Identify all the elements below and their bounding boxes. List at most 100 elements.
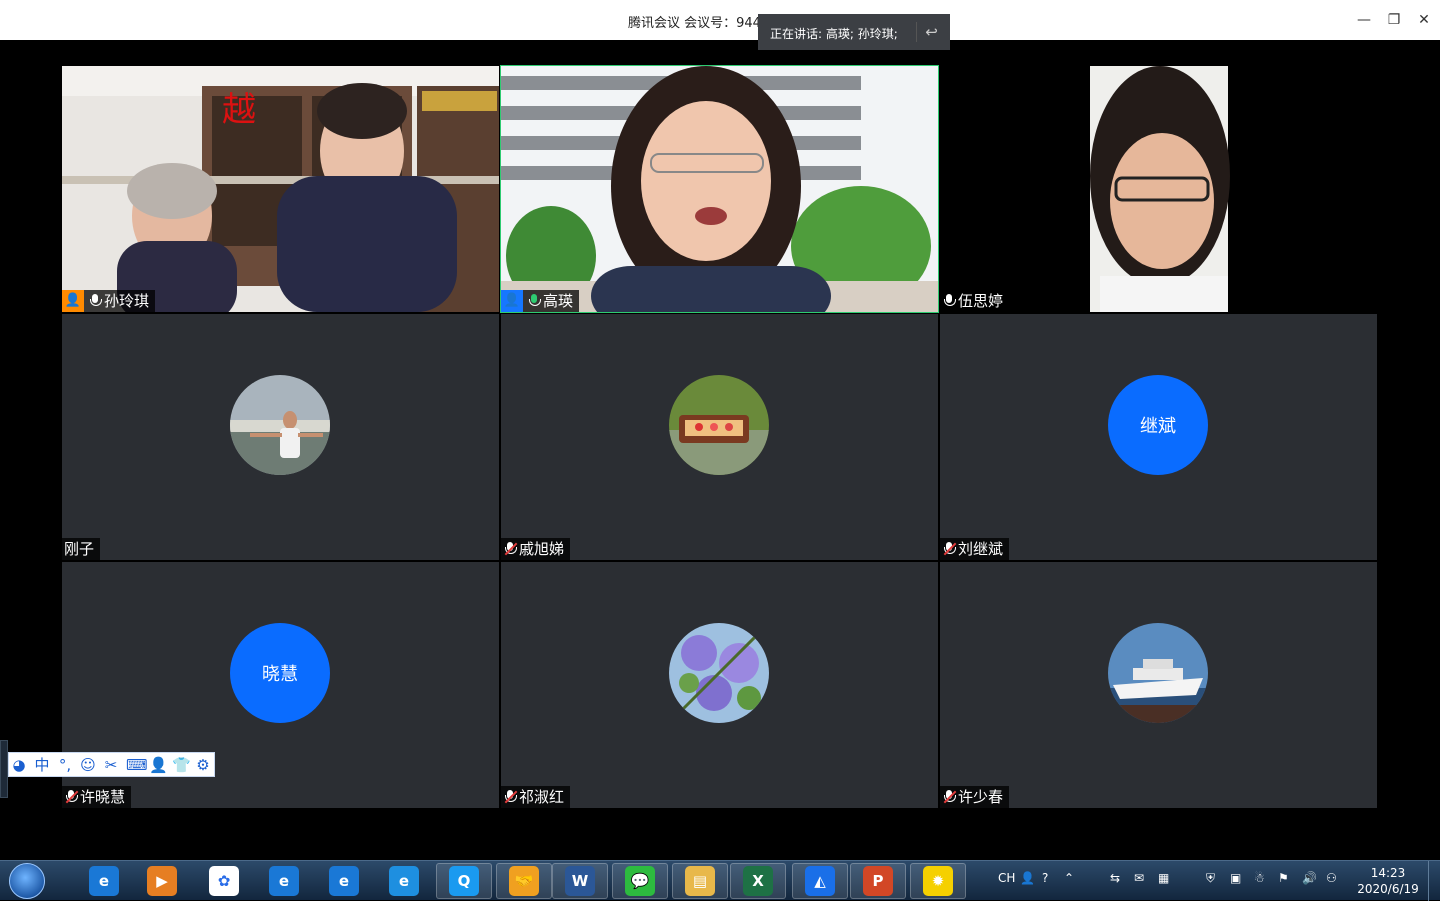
clock-date: 2020/6/19 [1357,882,1419,896]
tray-calendar-icon[interactable]: ▦ [1158,871,1169,885]
participant-tile-4[interactable]: 刚子 [62,314,499,560]
participant-name: 刘继斌 [958,540,1004,558]
back-arrow-icon[interactable]: ↩ [916,22,942,42]
participant-name: 刚子 [64,540,95,558]
taskbar-app-ie[interactable]: e [316,863,372,899]
microphone-muted-icon [64,789,79,805]
edge-icon: e [389,866,419,896]
taskbar-app-excel[interactable]: X [730,863,786,899]
taskbar-app-file-explorer[interactable]: ▤ [672,863,728,899]
taskbar-app-qq-browser[interactable]: Q [436,863,492,899]
taskbar-app-wechat[interactable]: 💬 [612,863,668,899]
tray-chevron-icon[interactable]: ⌃ [1064,871,1074,885]
tray-monitor-icon[interactable]: ▣ [1230,871,1241,885]
taskbar-app-meeting-handshake[interactable]: 🤝 [496,863,552,899]
microphone-speaking-icon [527,293,541,309]
ie-icon: e [89,866,119,896]
ime-mode-toggle[interactable]: 中 [34,754,50,775]
participant-name: 许少春 [958,788,1004,806]
participant-tile-3[interactable]: 伍思婷 [940,66,1377,312]
clock-time: 14:23 [1370,866,1406,880]
ie-icon-2: e [269,866,299,896]
photo-app-icon: ✹ [923,866,953,896]
taskbar-app-baidu-netdisk[interactable]: ✿ [196,863,252,899]
cohost-user-icon: 👤 [501,290,523,312]
qq-browser-icon: Q [449,866,479,896]
file-explorer-icon: ▤ [685,866,715,896]
participant-avatar-photo [230,375,330,475]
tray-person-icon[interactable]: ⚇ [1326,871,1337,885]
ime-logo-icon[interactable]: ◕ [11,756,27,774]
participant-tile-9[interactable]: 许少春 [940,562,1377,808]
wechat-icon: 💬 [625,866,655,896]
punctuation-icon[interactable]: °, [57,756,73,774]
video-feed-1: 越 [62,66,499,312]
taskbar-app-edge[interactable]: e [376,863,432,899]
participant-avatar-photo [669,375,769,475]
tray-user-icon[interactable]: 👤 [1020,871,1035,885]
speaking-label: 正在讲话: 高瑛; 孙玲琪; [770,27,898,41]
tray-flag-icon[interactable]: ⚑ [1278,871,1289,885]
scissors-icon[interactable]: ✂ [103,756,119,774]
participant-tile-2[interactable]: 👤 高瑛 [500,65,939,313]
participant-avatar-photo [1108,623,1208,723]
tray-wechat-icon[interactable]: ✉ [1134,871,1144,885]
video-grid: 越 👤 孙玲琪 👤 高瑛 伍思婷 刚子 戚旭娣 继斌 刘继斌 晓慧 许晓慧 祁淑… [0,40,1440,860]
window-title: 腾讯会议 会议号：944 [628,16,761,31]
windows-logo-icon [9,863,45,899]
tray-shield-icon[interactable]: ⛨ [1206,871,1215,886]
participant-avatar-photo [669,623,769,723]
microphone-muted-icon [503,541,518,557]
tray-volume-icon[interactable]: 🔊 [1302,871,1317,885]
participant-nametag: 祁淑红 [501,786,571,808]
floating-dock-handle[interactable] [0,740,8,798]
taskbar-app-word[interactable]: W [552,863,608,899]
participant-name: 许晓慧 [80,788,126,806]
participant-tile-6[interactable]: 继斌 刘继斌 [940,314,1377,560]
start-button[interactable] [6,861,48,901]
participant-name: 祁淑红 [519,788,565,806]
participant-tile-5[interactable]: 戚旭娣 [501,314,938,560]
participant-nametag: 👤 孙玲琪 [62,290,156,312]
participant-name: 伍思婷 [958,292,1004,310]
settings-icon[interactable]: ⚙ [195,756,211,774]
participant-name: 高瑛 [543,292,574,310]
participant-nametag: 刘继斌 [940,538,1010,560]
taskbar-app-powerpoint[interactable]: P [850,863,906,899]
taskbar-app-photo-app[interactable]: ✹ [910,863,966,899]
taskbar-app-ie[interactable]: e [76,863,132,899]
tray-app-icon[interactable]: ☃ [1254,871,1265,885]
taskbar-app-tencent-meeting[interactable]: ◭ [792,863,848,899]
video-feed-2 [501,66,938,312]
taskbar-app-media-player[interactable]: ▶ [134,863,190,899]
svg-text:越: 越 [222,90,256,130]
close-button[interactable]: ✕ [1414,10,1434,30]
microphone-muted-icon [503,789,518,805]
show-desktop-button[interactable] [1428,861,1440,901]
minimize-button[interactable]: — [1354,10,1374,30]
powerpoint-icon: P [863,866,893,896]
user-icon[interactable]: 👤 [149,756,168,774]
restore-button[interactable]: ❐ [1384,10,1404,30]
participant-name: 戚旭娣 [519,540,565,558]
microphone-muted-icon [942,789,957,805]
system-clock[interactable]: 14:23 2020/6/19 [1352,865,1424,897]
ime-toolbar[interactable]: ◕ 中 °, ☺ ✂ ⌨ 👤 👕 ⚙ [8,752,215,777]
tray-network-icon[interactable]: ⇆ [1110,871,1120,885]
participant-nametag: 许晓慧 [62,786,132,808]
taskbar: e ▶ ✿ e e e Q 🤝 W 💬 ▤ X ◭ P ✹ CH 👤 ? ⌃ ⇆ ✉ ▦ ⛨ ▣ ☃ ⚑ 🔊… [0,860,1440,901]
tray-help-icon[interactable]: ? [1042,871,1048,885]
meeting-handshake-icon: 🤝 [509,866,539,896]
participant-nametag: 许少春 [940,786,1010,808]
emoji-icon[interactable]: ☺ [80,756,96,774]
participant-tile-8[interactable]: 祁淑红 [501,562,938,808]
keyboard-icon[interactable]: ⌨ [126,756,148,774]
participant-tile-1[interactable]: 越 👤 孙玲琪 [62,66,499,312]
tencent-meeting-icon: ◭ [805,866,835,896]
tray-language[interactable]: CH [998,871,1015,885]
skin-icon[interactable]: 👕 [172,756,191,774]
participant-nametag: 👤 高瑛 [501,290,580,312]
taskbar-app-ie[interactable]: e [256,863,312,899]
speaking-indicator: 正在讲话: 高瑛; 孙玲琪; ↩ [758,14,950,50]
excel-icon: X [743,866,773,896]
